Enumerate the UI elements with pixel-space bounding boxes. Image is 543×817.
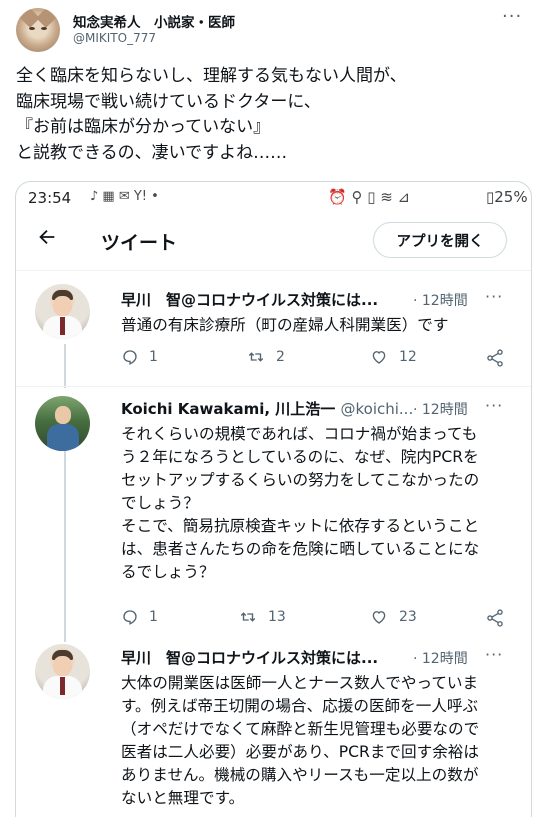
- arrow-left-icon[interactable]: [36, 226, 58, 254]
- avatar[interactable]: [35, 644, 90, 699]
- share-button[interactable]: [485, 348, 505, 368]
- action-bar: 1 2 12: [16, 348, 531, 372]
- reply-text-line: るでしょう？: [121, 563, 215, 581]
- retweet-count: 13: [268, 609, 286, 625]
- reply-text: 大体の開業医は医師一人とナース数人でやっていま す。例えば帝王切開の場合、応援の…: [121, 672, 521, 810]
- reply-button[interactable]: 1: [121, 348, 158, 366]
- reply-text-line: （オペだけでなくて麻酔と新生児管理も必要なので: [121, 720, 480, 738]
- reply-text-line: そこで、簡易抗原検査キットに依存するということ: [121, 517, 480, 535]
- reply-tweet[interactable]: 早川 智@コロナウイルス対策には... · 12時間 ··· 普通の有床診療所（…: [16, 282, 531, 382]
- share-icon: [487, 609, 503, 627]
- app-bar: ツイート アプリを開く: [16, 218, 531, 270]
- retweet-count: 2: [276, 349, 285, 365]
- notification-icons: ♪ ▦ ✉ Y! •: [90, 189, 159, 204]
- avatar-body: [47, 424, 79, 451]
- avatar-ear: [36, 8, 56, 28]
- retweet-button[interactable]: 2: [246, 348, 285, 366]
- reply-text: それくらいの規模であれば、コロナ禍が始まっても う２年になろうとしているのに、な…: [121, 423, 521, 584]
- retweet-icon: [240, 612, 256, 622]
- retweet-button[interactable]: 13: [238, 608, 286, 626]
- avatar-eye: [41, 27, 47, 30]
- avatar[interactable]: [35, 396, 90, 451]
- avatar-tie: [60, 317, 65, 335]
- reply-text-line: 大体の開業医は医師一人とナース数人でやっていま: [121, 674, 479, 692]
- avatar-face: [53, 296, 72, 316]
- avatar-face: [55, 406, 71, 424]
- reply-text-line: 医者は二人必要）必要があり、PCRまで回す余裕は: [121, 743, 479, 761]
- author-handle[interactable]: @MIKITO_777: [73, 31, 156, 45]
- more-horizontal-icon[interactable]: ···: [485, 396, 503, 415]
- share-button[interactable]: [485, 608, 505, 628]
- author-name[interactable]: 知念実希人 小説家・医師: [73, 11, 235, 31]
- reply-timestamp[interactable]: · 12時間: [413, 399, 468, 419]
- avatar[interactable]: [35, 284, 90, 339]
- reply-button[interactable]: 1: [121, 608, 158, 626]
- reply-text-line: 普通の有床診療所（町の産婦人科開業医）です: [121, 316, 449, 334]
- reply-count: 1: [149, 349, 158, 365]
- more-horizontal-icon[interactable]: ···: [485, 645, 503, 664]
- reply-text-line: は、患者さんたちの命を危険に晒していることにな: [121, 540, 480, 558]
- reply-count: 1: [149, 609, 158, 625]
- reply-tweet[interactable]: 早川 智@コロナウイルス対策には... · 12時間 ··· 大体の開業医は医師…: [16, 642, 531, 817]
- reply-author-display-name: 早川 智@コロナウイルス対策には...: [121, 291, 379, 309]
- open-app-button[interactable]: アプリを開く: [373, 222, 507, 258]
- avatar-eye: [29, 27, 35, 30]
- reply-timestamp[interactable]: · 12時間: [413, 290, 468, 310]
- divider: [16, 386, 531, 387]
- heart-icon: [372, 351, 386, 364]
- avatar-face: [53, 656, 72, 676]
- more-horizontal-icon[interactable]: ···: [502, 6, 522, 27]
- like-count: 23: [399, 609, 417, 625]
- reply-author-display-name: Koichi Kawakami, 川上浩一: [121, 400, 336, 418]
- reply-text-line: す。例えば帝王切開の場合、応援の医師を一人呼ぶ: [121, 697, 479, 715]
- divider: [16, 270, 531, 271]
- reply-text-line: それくらいの規模であれば、コロナ禍が始まっても: [121, 425, 478, 443]
- heart-icon: [372, 611, 386, 624]
- status-bar: 23:54 ♪ ▦ ✉ Y! • ⏰ ⚲ ▯ ≋ ⊿ ▯25%: [16, 182, 531, 216]
- author-avatar[interactable]: [16, 8, 60, 52]
- attached-screenshot[interactable]: 23:54 ♪ ▦ ✉ Y! • ⏰ ⚲ ▯ ≋ ⊿ ▯25% ツイート アプリ…: [15, 181, 532, 817]
- tweet-text: 全く臨床を知らないし、理解する気もない人間が、 臨床現場で戦い続けているドクター…: [16, 64, 526, 166]
- reply-author-name[interactable]: 早川 智@コロナウイルス対策には...: [121, 289, 378, 310]
- battery-level: ▯25%: [486, 188, 528, 206]
- more-horizontal-icon[interactable]: ···: [485, 287, 503, 306]
- like-count: 12: [399, 349, 417, 365]
- page-title: ツイート: [101, 232, 178, 254]
- retweet-icon: [248, 352, 264, 362]
- reply-timestamp[interactable]: · 12時間: [413, 648, 468, 668]
- like-button[interactable]: 12: [369, 348, 417, 366]
- system-icons: ⏰ ⚲ ▯ ≋ ⊿: [328, 188, 411, 206]
- reply-tweet[interactable]: Koichi Kawakami, 川上浩一 @koichi... · 12時間 …: [16, 394, 531, 634]
- tweet-text-line: 『お前は臨床が分かっていない』: [16, 117, 271, 137]
- reply-author-handle: @koichi...: [340, 400, 414, 418]
- reply-text-line: セットアップするくらいの努力をしてこなかったの: [121, 471, 480, 489]
- reply-text-line: ありません。機械の購入やリースも一定以上の数が: [121, 766, 479, 784]
- reply-author-name[interactable]: 早川 智@コロナウイルス対策には...: [121, 647, 378, 668]
- share-icon: [487, 349, 503, 367]
- avatar-tie: [60, 677, 65, 695]
- tweet-text-line: 臨床現場で戦い続けているドクターに、: [16, 91, 321, 112]
- reply-text: 普通の有床診療所（町の産婦人科開業医）です: [121, 314, 521, 337]
- tweet-text-line: と説教できるの、凄いですよね……: [16, 142, 288, 163]
- reply-text-line: ないと無理です。: [121, 789, 245, 807]
- reply-icon: [123, 610, 137, 625]
- tweet-text-line: 全く臨床を知らないし、理解する気もない人間が、: [16, 66, 407, 86]
- reply-author-display-name: 早川 智@コロナウイルス対策には...: [121, 649, 379, 667]
- reply-text-line: でしょう？: [121, 494, 199, 512]
- status-time: 23:54: [28, 189, 72, 207]
- like-button[interactable]: 23: [369, 608, 417, 626]
- action-bar: 1 13 23: [16, 608, 531, 632]
- reply-author-name[interactable]: Koichi Kawakami, 川上浩一 @koichi...: [121, 398, 413, 419]
- reply-icon: [123, 350, 137, 365]
- reply-text-line: う２年になろうとしているのに、なぜ、院内PCRを: [121, 448, 479, 466]
